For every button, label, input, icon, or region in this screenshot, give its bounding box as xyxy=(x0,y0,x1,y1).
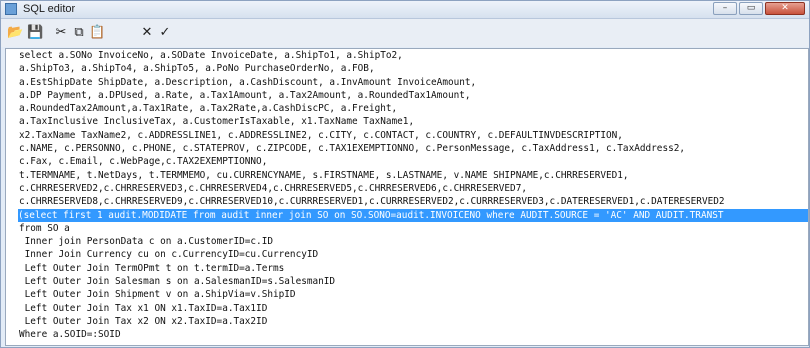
sql-editor-window: SQL editor – ▭ ✕ 📂 💾 ✂ ⧉ 📋 ✕ ✓ select a.… xyxy=(0,0,810,348)
code-line: Inner join PersonData c on a.CustomerID=… xyxy=(19,236,273,248)
sql-text-area[interactable]: select a.SONo InvoiceNo, a.SODate Invoic… xyxy=(5,48,809,346)
code-line: Left Outer Join Tax x1 ON x1.TaxID=a.Tax… xyxy=(19,302,268,314)
code-line: c.Fax, c.Email, c.WebPage,c.TAX2EXEMPTIO… xyxy=(19,156,268,168)
code-line: select a.SONo InvoiceNo, a.SODate Invoic… xyxy=(19,50,403,61)
paste-icon[interactable]: 📋 xyxy=(89,25,105,41)
code-line: Inner Join Currency cu on c.CurrencyID=c… xyxy=(19,249,319,261)
code-line: Left Outer Join Salesman s on a.Salesman… xyxy=(19,276,336,288)
selected-code-line: (select first 1 audit.MODIDATE from audi… xyxy=(18,208,808,222)
close-button[interactable]: ✕ xyxy=(765,2,805,15)
code-line: a.TaxInclusive InclusiveTax, a.CustomerI… xyxy=(19,116,415,128)
code-line: a.EstShipDate ShipDate, a.Description, a… xyxy=(19,76,477,88)
code-line: a.RoundedTax2Amount,a.Tax1Rate, a.Tax2Ra… xyxy=(19,103,398,115)
toolbar: 📂 💾 ✂ ⧉ 📋 ✕ ✓ xyxy=(1,19,809,47)
code-line: Left Outer Join Tax x2 ON x2.TaxID=a.Tax… xyxy=(19,315,268,327)
restore-button[interactable]: ▭ xyxy=(739,2,763,15)
code-line: a.DP Payment, a.DPUsed, a.Rate, a.Tax1Am… xyxy=(19,89,471,101)
ok-checkmark-icon[interactable]: ✓ xyxy=(157,25,173,41)
code-line: Left Outer Join Shipment v on a.ShipVia=… xyxy=(19,289,296,301)
code-line: from SO a xyxy=(19,222,70,234)
cancel-icon[interactable]: ✕ xyxy=(139,25,155,41)
minimize-button[interactable]: – xyxy=(713,2,737,15)
copy-icon[interactable]: ⧉ xyxy=(71,25,87,41)
code-line: a.ShipTo3, a.ShipTo4, a.ShipTo5, a.PoNo … xyxy=(19,63,375,75)
window-title: SQL editor xyxy=(23,3,76,15)
code-line: c.NAME, c.PERSONNO, c.PHONE, c.STATEPROV… xyxy=(19,143,686,155)
cut-icon[interactable]: ✂ xyxy=(53,25,69,41)
app-icon xyxy=(5,3,17,15)
save-icon[interactable]: 💾 xyxy=(27,25,43,41)
code-line: c.CHRRESERVED2,c.CHRRESERVED3,c.CHRRESER… xyxy=(19,182,527,194)
title-bar: SQL editor – ▭ ✕ xyxy=(1,1,809,19)
code-line: Where a.SOID=:SOID xyxy=(19,329,121,341)
window-controls: – ▭ ✕ xyxy=(713,2,805,15)
open-folder-icon[interactable]: 📂 xyxy=(7,25,23,41)
sql-code: select a.SONo InvoiceNo, a.SODate Invoic… xyxy=(18,49,808,342)
code-line: x2.TaxName TaxName2, c.ADDRESSLINE1, c.A… xyxy=(19,129,623,141)
code-line: t.TERMNAME, t.NetDays, t.TERMMEMO, cu.CU… xyxy=(19,169,629,181)
code-line: Left Outer Join TermOPmt t on t.termID=a… xyxy=(19,262,285,274)
code-line: c.CHRRESERVED8,c.CHRRESERVED9,c.CHRRESER… xyxy=(19,196,725,208)
